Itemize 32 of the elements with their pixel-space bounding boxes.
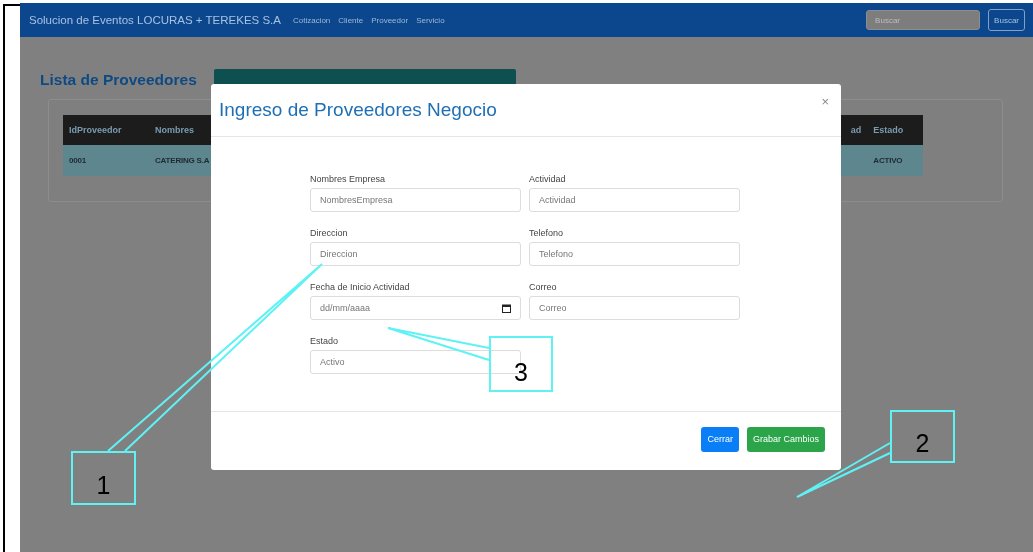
input-field[interactable]: Correo <box>529 296 740 320</box>
nav-link[interactable]: Cliente <box>338 15 364 25</box>
callout-label: 2 <box>890 410 955 463</box>
table-cell: ACTIVO <box>867 145 924 176</box>
nav-link[interactable]: Servicio <box>416 15 445 25</box>
brand-title[interactable]: Solucion de Eventos LOCURAS + TEREKES S.A <box>29 14 281 26</box>
field-label: Actividad <box>529 174 567 184</box>
calendar-icon[interactable] <box>502 303 511 313</box>
field-label: Estado <box>310 336 340 346</box>
field-label: Fecha de Inicio Actividad <box>310 282 411 292</box>
callout-label: 1 <box>71 451 136 505</box>
modal-title: Ingreso de Proveedores Negocio <box>219 98 497 121</box>
column-header: IdProveedor <box>63 115 149 145</box>
input-field[interactable]: Actividad <box>529 188 740 212</box>
table-cell: 0001 <box>63 145 149 176</box>
search-button[interactable]: Buscar <box>988 9 1025 31</box>
field-label: Telefono <box>529 228 565 238</box>
field-label: Nombres Empresa <box>310 174 387 184</box>
save-button[interactable]: Grabar Cambios <box>746 426 825 452</box>
page-heading: Lista de Proveedores <box>40 71 197 89</box>
column-header: Estado <box>867 115 924 145</box>
nav-link[interactable]: Cotizacion <box>292 15 331 25</box>
input-field[interactable]: NombresEmpresa <box>310 188 521 212</box>
input-field[interactable]: Telefono <box>529 242 740 266</box>
nav-link[interactable]: Proveedor <box>371 15 409 25</box>
field-label: Direccion <box>310 228 349 238</box>
close-dialog-button[interactable]: Cerrar <box>701 426 739 452</box>
field-label: Correo <box>529 282 558 292</box>
input-field[interactable]: Direccion <box>310 242 521 266</box>
date-field[interactable]: dd/mm/aaaa <box>310 296 521 320</box>
callout-label: 3 <box>489 336 553 392</box>
close-button[interactable]: × <box>819 94 831 109</box>
